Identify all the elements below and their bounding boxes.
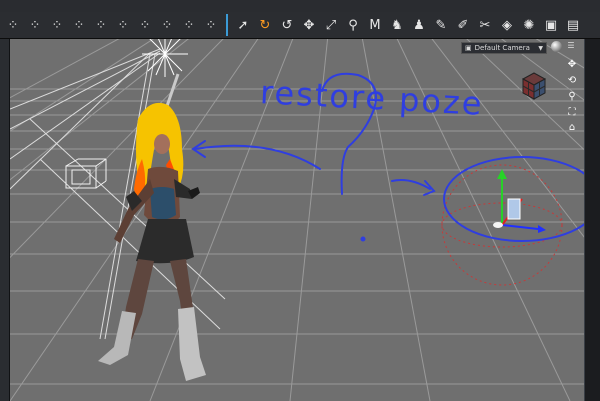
- nodes-icon[interactable]: ⁘: [158, 16, 176, 34]
- figure-icon[interactable]: ♟: [410, 16, 428, 34]
- home-icon[interactable]: ⌂: [566, 122, 578, 134]
- orbit-icon[interactable]: ⟲: [566, 75, 578, 87]
- right-side-panel[interactable]: [584, 39, 600, 401]
- nodes-icon[interactable]: ⁘: [202, 16, 220, 34]
- pointer-icon[interactable]: ➚: [234, 16, 252, 34]
- main-toolbar: ⁘ ⁘ ⁘ ⁘ ⁘ ⁘ ⁘ ⁘ ⁘ ⁘ ➚ ↻ ↺ ✥ ⤢ ⚲ M ♞ ♟ ✎ …: [0, 12, 600, 39]
- nodes-icon[interactable]: ⁘: [180, 16, 198, 34]
- menu-icon[interactable]: ☰: [566, 41, 576, 51]
- nodes-icon[interactable]: ⁘: [114, 16, 132, 34]
- nodes-icon[interactable]: ⁘: [70, 16, 88, 34]
- camera-selector[interactable]: ▣ Default Camera ▼: [461, 42, 547, 54]
- tool-icon[interactable]: ✐: [454, 16, 472, 34]
- nodes-icon[interactable]: ⁘: [48, 16, 66, 34]
- pan-icon[interactable]: ✥: [566, 59, 578, 71]
- figure-model: [98, 73, 206, 381]
- morph-icon[interactable]: M: [366, 16, 384, 34]
- app-window: ⁘ ⁘ ⁘ ⁘ ⁘ ⁘ ⁘ ⁘ ⁘ ⁘ ➚ ↻ ↺ ✥ ⤢ ⚲ M ♞ ♟ ✎ …: [0, 0, 600, 401]
- camera-icon[interactable]: ▤: [564, 16, 582, 34]
- camera-icon[interactable]: ▣: [542, 16, 560, 34]
- camera-label: Default Camera: [474, 44, 530, 52]
- zoom-icon[interactable]: ⚲: [566, 91, 578, 103]
- view-cube[interactable]: [517, 69, 551, 103]
- chevron-down-icon: ▼: [538, 44, 543, 52]
- left-side-panel[interactable]: [0, 39, 10, 401]
- figure-icon[interactable]: ♞: [388, 16, 406, 34]
- scale-icon[interactable]: ⤢: [322, 16, 340, 34]
- move-icon[interactable]: ✥: [300, 16, 318, 34]
- light-icon[interactable]: ✺: [520, 16, 538, 34]
- tool-icon[interactable]: ◈: [498, 16, 516, 34]
- frame-icon[interactable]: ⛶: [566, 107, 578, 119]
- nodes-icon[interactable]: ⁘: [26, 16, 44, 34]
- nodes-icon[interactable]: ⁘: [92, 16, 110, 34]
- tool-icon[interactable]: ✎: [432, 16, 450, 34]
- 3d-viewport[interactable]: restore poze: [10, 39, 584, 401]
- render-preview-icon[interactable]: [551, 41, 562, 52]
- camera-icon: ▣: [465, 44, 472, 52]
- toolbar-separator: [226, 14, 228, 36]
- nodes-icon[interactable]: ⁘: [4, 16, 22, 34]
- nodes-icon[interactable]: ⁘: [136, 16, 154, 34]
- rotate-icon[interactable]: ↻: [256, 16, 274, 34]
- tool-icon[interactable]: ✂: [476, 16, 494, 34]
- rotate-arrow-icon[interactable]: ↺: [278, 16, 296, 34]
- joint-icon[interactable]: ⚲: [344, 16, 362, 34]
